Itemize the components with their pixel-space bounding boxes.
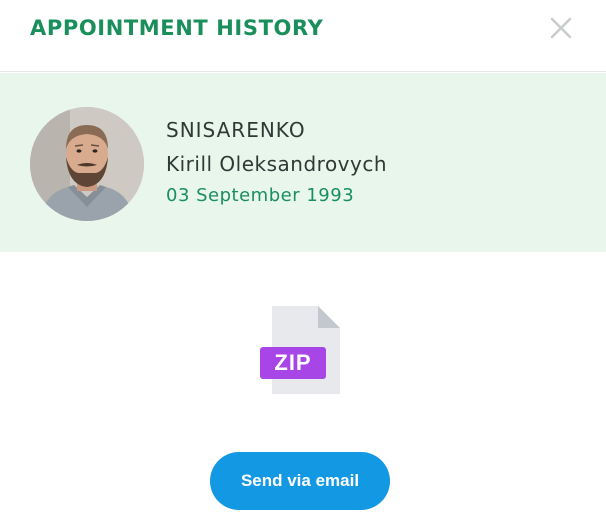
send-via-email-button[interactable]: Send via email — [210, 452, 390, 510]
modal-header: APPOINTMENT HISTORY — [0, 0, 606, 72]
patient-surname: SNISARENKO — [166, 118, 306, 142]
modal-title: APPOINTMENT HISTORY — [30, 16, 324, 40]
patient-given-names: Kirill Oleksandrovych — [166, 152, 388, 176]
appointment-history-modal: APPOINTMENT HISTORY SNISARENKO Kirill Ol… — [0, 0, 606, 532]
zip-label: ZIP — [260, 347, 326, 379]
patient-date-of-birth: 03 September 1993 — [166, 185, 355, 206]
close-icon[interactable] — [548, 15, 574, 41]
patient-info: SNISARENKO Kirill Oleksandrovych 03 Sept… — [0, 73, 606, 252]
avatar — [30, 107, 144, 221]
zip-file-icon[interactable]: ZIP — [258, 304, 342, 396]
